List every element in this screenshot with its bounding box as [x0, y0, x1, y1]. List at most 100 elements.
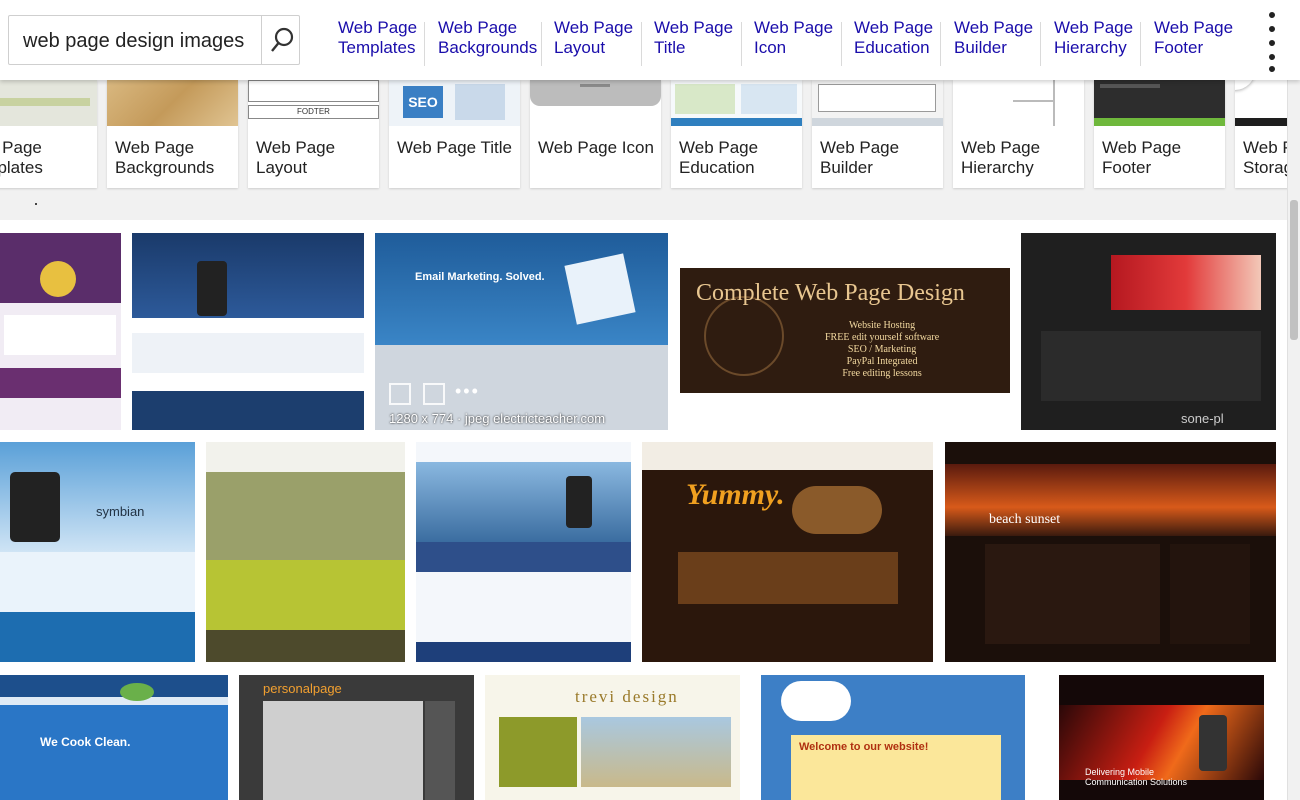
card-thumbnail: [107, 80, 238, 126]
tile-caption: We Cook Clean.: [40, 735, 131, 749]
phone-graphic: [197, 261, 227, 316]
related-card-education[interactable]: Web Page Education: [671, 80, 802, 188]
card-thumbnail: FODTER: [248, 80, 379, 126]
content-block: [4, 315, 116, 355]
search-button[interactable]: [261, 16, 302, 64]
chip-backgrounds[interactable]: Web Page Backgrounds: [438, 18, 537, 64]
card-label: b Pagenplates: [0, 138, 43, 178]
dot: [1269, 54, 1275, 60]
chip-footer[interactable]: Web Page Footer: [1154, 18, 1233, 64]
nav-block: [416, 542, 631, 572]
phone-graphic: [566, 476, 592, 528]
image-result[interactable]: We Cook Clean.: [0, 675, 228, 800]
image-result[interactable]: Yummy.: [642, 442, 933, 662]
image-result[interactable]: personalpage: [239, 675, 474, 800]
chip-layout[interactable]: Web Page Layout: [554, 18, 633, 64]
search-box: [8, 15, 300, 65]
chip-education[interactable]: Web Page Education: [854, 18, 933, 64]
chip-divider: [940, 22, 941, 66]
chip-builder[interactable]: Web Page Builder: [954, 18, 1033, 64]
tile-header: [132, 233, 364, 318]
image-result[interactable]: Delivering Mobile Communication Solution…: [1059, 675, 1264, 800]
envelope-graphic: [564, 253, 636, 325]
scrollbar[interactable]: [1287, 80, 1300, 800]
chip-line1: Web Page: [1154, 18, 1234, 37]
card-label-line1: Web Page: [679, 138, 759, 157]
chip-icon[interactable]: Web Page Icon: [754, 18, 833, 64]
chip-line2: Backgrounds: [438, 38, 538, 57]
chip-line2: Education: [854, 38, 930, 57]
related-card-hierarchy[interactable]: Web Page Hierarchy: [953, 80, 1084, 188]
card-thumbnail: [530, 80, 661, 126]
related-card-layout[interactable]: FODTER Web Page Layout: [248, 80, 379, 188]
related-card-icon[interactable]: Web Page Icon: [530, 80, 661, 188]
sidebar-block: [1170, 544, 1250, 644]
image-result[interactable]: [416, 442, 631, 662]
card-thumbnail: [1235, 80, 1295, 126]
chip-line1: Web Page: [754, 18, 834, 37]
related-card-storage[interactable]: Web P Storag: [1235, 80, 1295, 188]
photo-block: [263, 701, 423, 800]
tile-header: [642, 442, 933, 470]
related-card-backgrounds[interactable]: Web Page Backgrounds: [107, 80, 238, 188]
chip-line2: Builder: [954, 38, 1007, 57]
image-result[interactable]: sone-pl: [1021, 233, 1276, 430]
image-result[interactable]: [132, 233, 364, 430]
chip-title[interactable]: Web Page Title: [654, 18, 733, 64]
content-block: [0, 368, 121, 398]
seo-thumb-label: SEO: [403, 86, 443, 118]
image-result[interactable]: beach sunset: [945, 442, 1276, 662]
search-input[interactable]: [21, 27, 253, 55]
card-label-line2: Layout: [256, 158, 308, 177]
hero-block: [416, 462, 631, 542]
tile-caption: beach sunset: [989, 512, 1061, 527]
content-block: [678, 552, 898, 604]
top-bar: Web PageTemplates Web PageBackgrounds We…: [0, 0, 1300, 80]
featured-line: PayPal Integrated: [846, 356, 918, 367]
add-icon[interactable]: [389, 383, 411, 405]
featured-list: Website Hosting FREE edit yourself softw…: [825, 320, 939, 380]
card-label-line1: Web Page: [1102, 138, 1182, 157]
chip-divider: [641, 22, 642, 66]
image-result[interactable]: trevi design: [485, 675, 740, 800]
image-result[interactable]: Complete Web Page Design Website Hosting…: [680, 268, 1010, 393]
related-card-title[interactable]: SEO Web Page Title: [389, 80, 520, 188]
related-card-footer[interactable]: Web Page Footer: [1094, 80, 1225, 188]
chip-templates[interactable]: Web Page Templates: [338, 18, 417, 64]
more-vertical-icon[interactable]: [1262, 8, 1282, 74]
image-result[interactable]: Welcome to our website!: [761, 675, 1025, 800]
card-thumbnail: [812, 80, 943, 126]
chip-line1: Web Page: [854, 18, 934, 37]
dot: [1269, 26, 1275, 32]
chip-line1: Web Page: [1054, 18, 1134, 37]
image-result[interactable]: [0, 233, 121, 430]
card-label: Web Page Builder: [820, 138, 899, 178]
related-card-templates[interactable]: b Pagenplates: [0, 80, 97, 188]
card-label: Web Page Footer: [1102, 138, 1181, 178]
image-result[interactable]: Email Marketing. Solved. ••• 1280 x 774 …: [375, 233, 668, 430]
zoom-icon[interactable]: [423, 383, 445, 405]
content-block: [1041, 331, 1261, 401]
tile-caption: sone-pl: [1181, 411, 1224, 426]
card-label: Web Page Layout: [256, 138, 335, 178]
scrollbar-thumb[interactable]: [1290, 200, 1298, 340]
featured-line: SEO / Marketing: [847, 344, 917, 355]
tile-caption: Email Marketing. Solved.: [415, 271, 545, 283]
featured-title: Complete Web Page Design: [696, 280, 965, 306]
card-thumbnail: [1094, 80, 1225, 126]
tile-caption: Welcome to our website!: [799, 741, 929, 753]
image-result[interactable]: symbian: [0, 442, 195, 662]
related-card-builder[interactable]: Web Page Builder: [812, 80, 943, 188]
chip-hierarchy[interactable]: Web Page Hierarchy: [1054, 18, 1133, 64]
image-result[interactable]: [206, 442, 405, 662]
chip-line1: Web Page: [654, 18, 734, 37]
more-dots-icon[interactable]: •••: [455, 381, 480, 402]
card-label: Web Page Icon: [538, 138, 654, 158]
dot: [1269, 40, 1275, 46]
content-block: [132, 333, 364, 373]
chip-divider: [424, 22, 425, 66]
card-label-line1: b Page: [0, 138, 42, 157]
card-thumbnail: SEO: [389, 80, 520, 126]
tile-header: [0, 675, 228, 697]
globe-graphic: [40, 261, 76, 297]
